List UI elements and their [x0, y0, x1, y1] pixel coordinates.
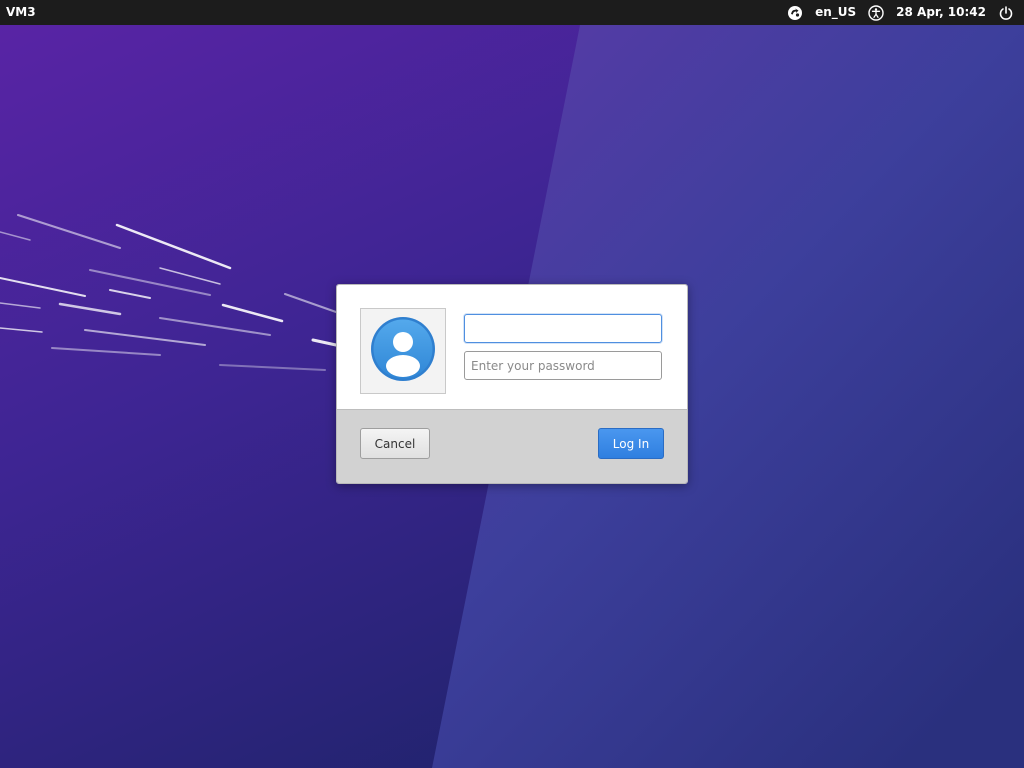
- top-panel: VM3 en_US 28 Apr, 10:42: [0, 0, 1024, 25]
- indicator-area: en_US 28 Apr, 10:42: [775, 0, 1014, 25]
- accessibility-icon[interactable]: [868, 4, 884, 21]
- login-dialog: Cancel Log In: [336, 284, 688, 484]
- username-field[interactable]: [464, 314, 662, 343]
- login-action-bar: Cancel Log In: [337, 409, 687, 483]
- hostname-label: VM3: [6, 5, 36, 19]
- session-icon[interactable]: [787, 5, 803, 21]
- cancel-button[interactable]: Cancel: [360, 428, 430, 459]
- password-field[interactable]: [464, 351, 662, 380]
- login-button[interactable]: Log In: [598, 428, 664, 459]
- user-avatar-icon: [370, 316, 436, 386]
- power-icon[interactable]: [998, 5, 1014, 21]
- avatar: [360, 308, 446, 394]
- login-form-area: [337, 285, 687, 409]
- datetime-indicator[interactable]: 28 Apr, 10:42: [896, 0, 986, 25]
- keyboard-layout-indicator[interactable]: en_US: [815, 0, 856, 25]
